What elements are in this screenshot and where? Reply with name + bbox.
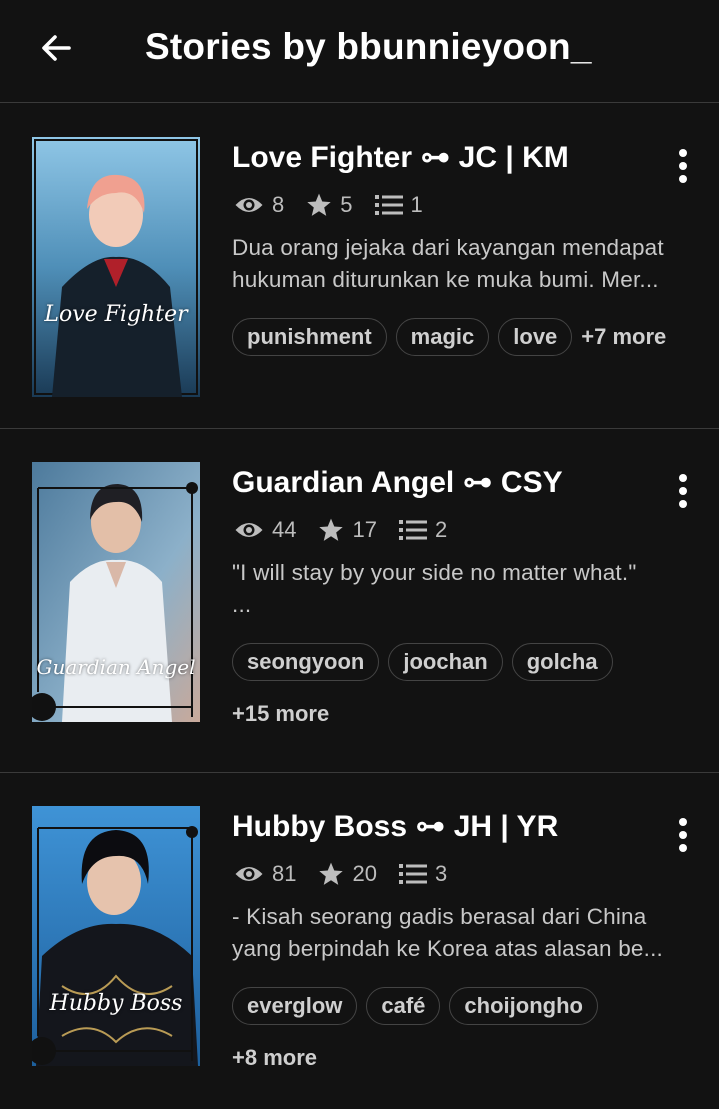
more-dot-icon: [679, 500, 687, 508]
cover-title: Love Fighter: [44, 302, 188, 327]
views-count: 8: [272, 192, 285, 217]
description-line: yang berpindah ke Korea atas alasan be..…: [232, 936, 663, 961]
parts-stat: 1: [374, 192, 423, 218]
story-cover[interactable]: Guardian Angel: [32, 462, 200, 722]
more-dot-icon: [679, 831, 687, 839]
story-title[interactable]: Guardian Angel ⊶ CSY: [232, 465, 563, 500]
more-options-button[interactable]: [664, 469, 702, 513]
more-dot-icon: [679, 474, 687, 482]
cover-image: [32, 806, 200, 1066]
star-icon: [319, 862, 344, 885]
votes-stat: 17: [318, 517, 377, 543]
eye-icon: [235, 523, 263, 537]
more-dot-icon: [679, 149, 687, 157]
story-description: Dua orang jejaka dari kayangan mendapat …: [232, 232, 692, 296]
tag-list: everglow café choijongho: [232, 987, 607, 1025]
star-icon: [307, 193, 331, 216]
story-card[interactable]: Guardian Angel Guardian Angel ⊶ CSY 44 1…: [0, 429, 719, 773]
story-description: - Kisah seorang gadis berasal dari China…: [232, 901, 692, 965]
parts-count: 1: [410, 192, 423, 217]
more-dot-icon: [679, 175, 687, 183]
list-icon: [398, 864, 427, 884]
views-stat: 8: [234, 192, 284, 218]
tag-chip[interactable]: punishment: [232, 318, 387, 356]
more-options-button[interactable]: [664, 144, 702, 188]
tag-chip[interactable]: everglow: [232, 987, 358, 1025]
app-header: Stories by bbunnieyoon_: [0, 0, 719, 103]
cover-title: Hubby Boss: [49, 991, 183, 1016]
cover-image: [32, 462, 200, 722]
tag-chip[interactable]: love: [498, 318, 573, 356]
list-icon: [398, 520, 427, 540]
story-title[interactable]: Hubby Boss ⊶ JH | YR: [232, 809, 558, 844]
parts-count: 3: [434, 861, 448, 886]
story-title[interactable]: Love Fighter ⊶ JC | KM: [232, 140, 569, 175]
eye-icon: [235, 198, 263, 212]
more-tags-link[interactable]: +8 more: [232, 1045, 317, 1071]
tag-chip[interactable]: seongyoon: [232, 643, 380, 681]
description-line: Dua orang jejaka dari kayangan mendapat: [232, 235, 664, 260]
cover-image: [32, 137, 200, 397]
tag-chip[interactable]: choijongho: [449, 987, 598, 1025]
story-stats: 81 20 3: [234, 861, 469, 887]
parts-stat: 3: [398, 861, 448, 887]
views-count: 44: [272, 517, 297, 542]
back-button[interactable]: [30, 22, 82, 74]
votes-count: 5: [340, 192, 353, 217]
story-description: "I will stay by your side no matter what…: [232, 557, 692, 621]
more-options-button[interactable]: [664, 813, 702, 857]
cover-title: Guardian Angel: [36, 655, 196, 679]
list-icon: [374, 195, 403, 215]
description-line: "I will stay by your side no matter what…: [232, 560, 637, 585]
more-dot-icon: [679, 844, 687, 852]
more-dot-icon: [679, 162, 687, 170]
more-dot-icon: [679, 818, 687, 826]
page-title: Stories by bbunnieyoon_: [145, 26, 592, 67]
story-cover[interactable]: Love Fighter: [32, 137, 200, 397]
description-line: - Kisah seorang gadis berasal dari China: [232, 904, 647, 929]
more-tags-link[interactable]: +15 more: [232, 701, 329, 727]
more-tags-link[interactable]: +7 more: [581, 324, 666, 350]
story-stats: 8 5 1: [234, 192, 445, 218]
tag-list: seongyoon joochan golcha: [232, 643, 622, 681]
story-card[interactable]: Love Fighter Love Fighter ⊶ JC | KM 8 5 …: [0, 104, 719, 429]
votes-count: 20: [352, 861, 377, 886]
description-line: ...: [232, 592, 252, 617]
parts-stat: 2: [398, 517, 448, 543]
more-dot-icon: [679, 487, 687, 495]
votes-stat: 5: [306, 192, 353, 218]
story-stats: 44 17 2: [234, 517, 469, 543]
description-line: hukuman diturunkan ke muka bumi. Mer...: [232, 267, 659, 292]
votes-stat: 20: [318, 861, 377, 887]
story-cover[interactable]: Hubby Boss: [32, 806, 200, 1066]
tag-chip[interactable]: golcha: [511, 643, 613, 681]
story-card[interactable]: Hubby Boss Hubby Boss ⊶ JH | YR 81 20 3 …: [0, 773, 719, 1109]
tag-chip[interactable]: magic: [395, 318, 490, 356]
parts-count: 2: [434, 517, 448, 542]
tag-list: punishment magic love +7 more: [232, 318, 666, 356]
tag-chip[interactable]: café: [366, 987, 441, 1025]
views-stat: 81: [234, 861, 296, 887]
views-stat: 44: [234, 517, 296, 543]
views-count: 81: [272, 861, 297, 886]
eye-icon: [235, 867, 263, 881]
back-arrow-icon: [42, 35, 71, 61]
votes-count: 17: [352, 517, 377, 542]
star-icon: [319, 518, 344, 541]
tag-chip[interactable]: joochan: [388, 643, 503, 681]
